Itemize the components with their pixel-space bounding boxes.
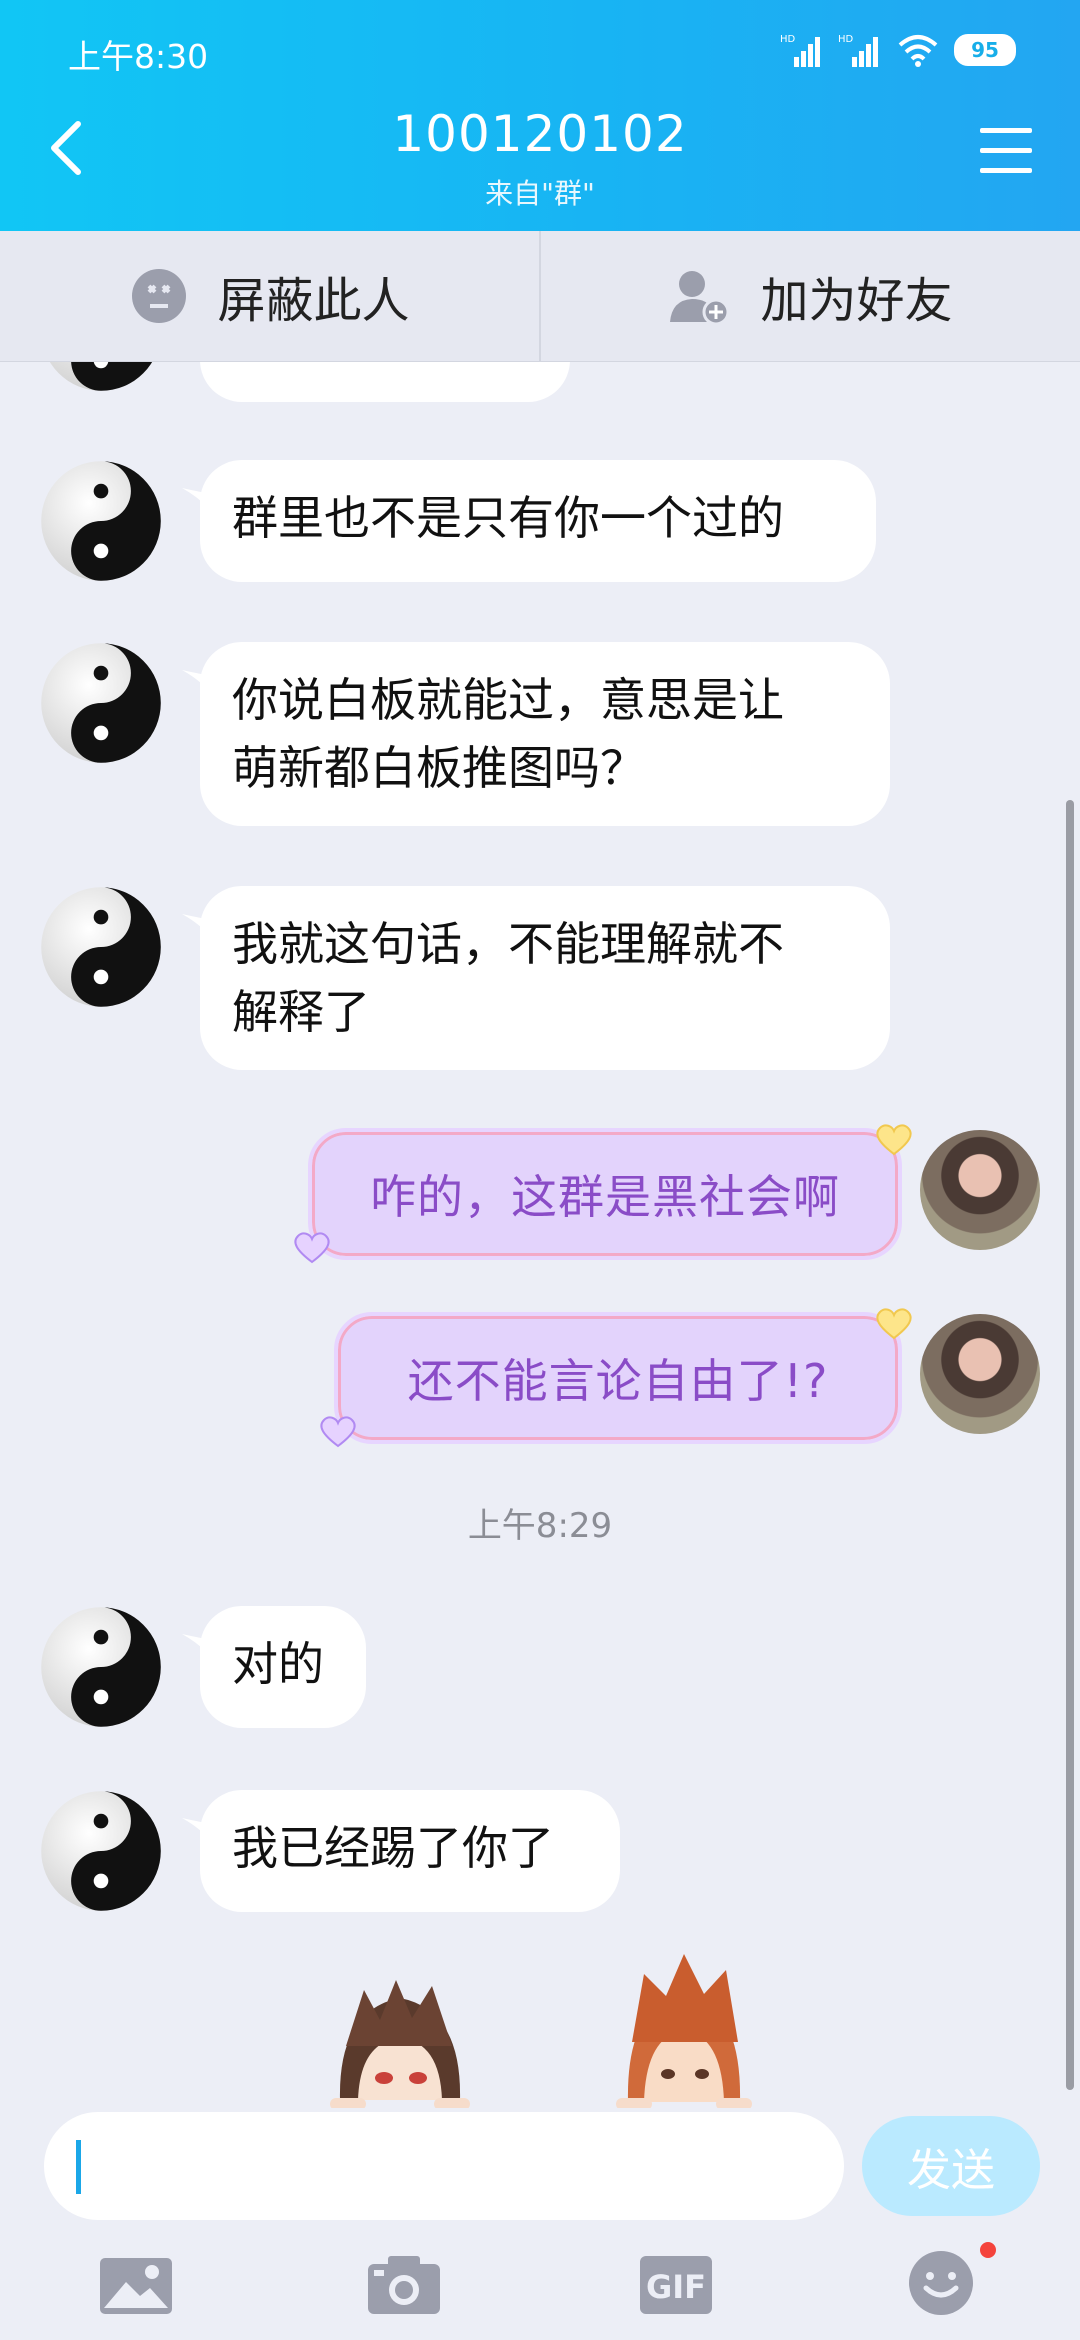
peeking-character-sticker	[330, 1980, 470, 2110]
svg-text:HD: HD	[780, 34, 796, 45]
composer-toolbar: GIF	[0, 2230, 1080, 2340]
heart-decoration-icon	[294, 1232, 330, 1264]
page-title: 100120102	[392, 105, 688, 163]
my-message-bubble[interactable]: 咋的，这群是黑社会啊	[308, 1128, 902, 1260]
menu-icon[interactable]	[976, 124, 1036, 178]
message-text-line: 我就这句话，不能理解就不	[232, 917, 784, 971]
svg-text:HD: HD	[838, 34, 854, 45]
message-bubble[interactable]: 我已经踢了你了	[200, 1790, 620, 1912]
message-bubble[interactable]: 你说白板就能过，意思是让 萌新都白板推图吗？	[200, 642, 890, 826]
block-user-button[interactable]: 屏蔽此人	[0, 231, 539, 361]
message-input[interactable]	[44, 2112, 844, 2220]
camera-icon[interactable]	[364, 2252, 444, 2316]
heart-decoration-icon	[876, 1124, 912, 1156]
send-button[interactable]: 发送	[862, 2116, 1040, 2216]
image-icon[interactable]	[96, 2252, 176, 2316]
battery-level: 95	[971, 38, 999, 62]
heart-decoration-icon	[320, 1416, 356, 1448]
gif-icon[interactable]: GIF	[636, 2252, 716, 2316]
add-friend-label: 加为好友	[760, 273, 953, 329]
my-avatar[interactable]	[920, 1314, 1040, 1434]
chat-scrollbar[interactable]	[1066, 800, 1074, 2090]
message-text: 我已经踢了你了	[232, 1821, 554, 1875]
my-message-bubble[interactable]: 还不能言论自由了!?	[334, 1312, 902, 1444]
yin-yang-avatar[interactable]	[40, 886, 162, 1008]
message-text: 对的	[232, 1637, 324, 1691]
chat-area[interactable]: 群里也不是只有你一个过的 你说白板就能过，意思是让 萌新都白板推图吗？ 我就这句…	[0, 362, 1080, 2108]
status-icons: HD HD 95	[780, 30, 1016, 70]
add-friend-button[interactable]: 加为好友	[539, 231, 1080, 361]
battery-icon: 95	[954, 34, 1016, 66]
message-text-line: 解释了	[232, 985, 370, 1039]
yin-yang-avatar[interactable]	[40, 460, 162, 582]
message-bubble[interactable]: 群里也不是只有你一个过的	[200, 460, 876, 582]
peeking-character-sticker	[616, 1954, 752, 2110]
yin-yang-avatar[interactable]	[40, 362, 162, 392]
emoji-icon[interactable]	[904, 2246, 978, 2316]
heart-decoration-icon	[876, 1308, 912, 1340]
add-friend-icon	[670, 271, 730, 326]
message-bubble[interactable]: 我就这句话，不能理解就不 解释了	[200, 886, 890, 1070]
message-bubble-partial[interactable]	[200, 362, 570, 402]
text-caret	[76, 2140, 81, 2194]
yin-yang-avatar[interactable]	[40, 1606, 162, 1728]
status-time: 上午8:30	[68, 37, 209, 76]
message-bubble[interactable]: 对的	[200, 1606, 366, 1728]
svg-text:GIF: GIF	[646, 2268, 706, 2306]
message-text: 咋的，这群是黑社会啊	[370, 1170, 840, 1224]
page-subtitle: 来自"群"	[485, 177, 595, 210]
yin-yang-avatar[interactable]	[40, 642, 162, 764]
signal-icon: HD	[838, 34, 878, 67]
message-text: 群里也不是只有你一个过的	[232, 491, 784, 545]
message-text: 还不能言论自由了!?	[407, 1354, 829, 1408]
action-bar: 屏蔽此人 加为好友	[0, 231, 1080, 362]
my-avatar[interactable]	[920, 1130, 1040, 1250]
status-bar: 上午8:30 HD HD 95	[0, 0, 1080, 100]
top-bar: 上午8:30 HD HD 95 100120102 来自"群"	[0, 0, 1080, 231]
notification-dot	[980, 2242, 996, 2258]
message-timestamp: 上午8:29	[467, 1506, 613, 1546]
wifi-icon	[898, 35, 938, 67]
message-text-line: 你说白板就能过，意思是让	[232, 673, 784, 727]
yin-yang-avatar[interactable]	[40, 1790, 162, 1912]
block-user-label: 屏蔽此人	[217, 273, 410, 329]
message-text-line: 萌新都白板推图吗？	[232, 741, 646, 795]
signal-icon: HD	[780, 34, 820, 67]
block-icon	[132, 269, 187, 323]
